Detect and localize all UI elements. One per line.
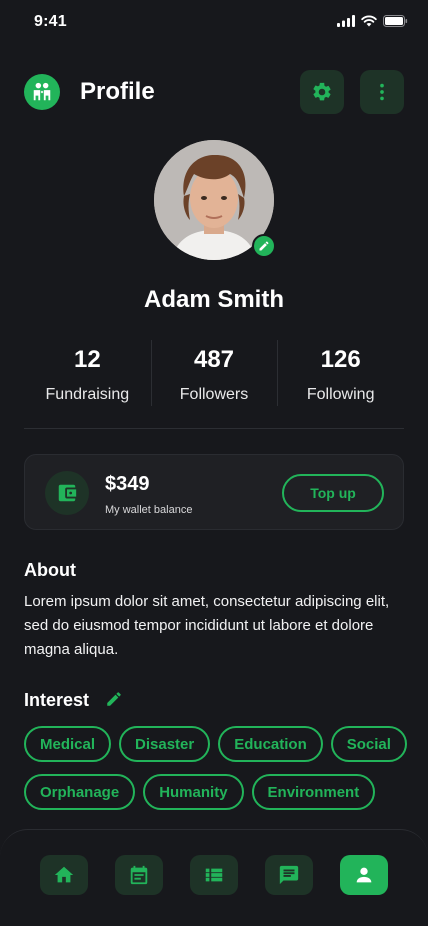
stat-following[interactable]: 126 Following <box>277 338 404 406</box>
interest-tag[interactable]: Environment <box>251 774 376 810</box>
wallet-card: $349 My wallet balance Top up <box>24 454 404 530</box>
interest-tag[interactable]: Orphanage <box>24 774 136 810</box>
gear-icon <box>313 82 331 101</box>
interest-tag[interactable]: Humanity <box>143 774 244 810</box>
more-vertical-icon <box>380 83 384 101</box>
message-icon <box>279 865 299 885</box>
stats-row: 12 Fundraising 487 Followers 126 Followi… <box>24 338 404 406</box>
stat-value: 126 <box>320 346 361 373</box>
interest-title: Interest <box>24 690 90 710</box>
bottom-navigation <box>0 829 428 926</box>
nav-messages[interactable] <box>265 855 313 895</box>
interest-tags: Medical Disaster Education Social Orphan… <box>24 726 408 810</box>
stat-followers[interactable]: 487 Followers <box>150 338 278 406</box>
wallet-icon-container <box>45 471 89 515</box>
stat-value: 487 <box>193 346 235 373</box>
app-logo <box>24 74 60 110</box>
charity-logo-icon <box>33 82 51 101</box>
stat-label: Fundraising <box>45 386 130 403</box>
signal-icon <box>337 15 355 27</box>
interest-tag[interactable]: Medical <box>24 726 112 762</box>
stat-value: 12 <box>73 346 101 373</box>
divider <box>24 428 404 429</box>
settings-button[interactable] <box>300 70 344 114</box>
nav-calendar[interactable] <box>115 855 163 895</box>
nav-home[interactable] <box>40 855 88 895</box>
edit-avatar-button[interactable] <box>252 234 276 258</box>
edit-interest-button[interactable] <box>104 689 124 709</box>
pencil-icon <box>107 692 121 706</box>
nav-list[interactable] <box>190 855 238 895</box>
profile-icon <box>356 867 372 883</box>
pencil-icon <box>259 241 269 251</box>
calendar-icon <box>130 865 148 885</box>
about-text: Lorem ipsum dolor sit amet, consectetur … <box>24 593 390 658</box>
interest-tag[interactable]: Education <box>218 726 323 762</box>
stat-fundraising[interactable]: 12 Fundraising <box>24 338 151 406</box>
status-icons <box>337 15 408 27</box>
about-title: About <box>24 560 76 580</box>
more-options-button[interactable] <box>360 70 404 114</box>
list-icon <box>205 868 223 882</box>
wifi-icon <box>361 15 377 27</box>
nav-profile[interactable] <box>340 855 388 895</box>
avatar-container <box>154 140 276 260</box>
user-name: Adam Smith <box>143 286 284 313</box>
wallet-icon <box>58 484 77 502</box>
interest-tag[interactable]: Disaster <box>119 726 211 762</box>
status-time: 9:41 <box>34 13 67 30</box>
wallet-amount: $349 <box>105 473 150 495</box>
wallet-label: My wallet balance <box>105 504 193 516</box>
page-title: Profile <box>80 78 155 105</box>
stat-label: Following <box>306 386 375 403</box>
interest-tag[interactable]: Social <box>330 726 407 762</box>
status-bar: 9:41 <box>0 0 428 44</box>
top-up-button[interactable]: Top up <box>282 474 384 512</box>
stat-label: Followers <box>179 386 249 403</box>
home-icon <box>54 866 74 883</box>
header: Profile <box>24 70 404 114</box>
battery-icon <box>383 15 408 27</box>
